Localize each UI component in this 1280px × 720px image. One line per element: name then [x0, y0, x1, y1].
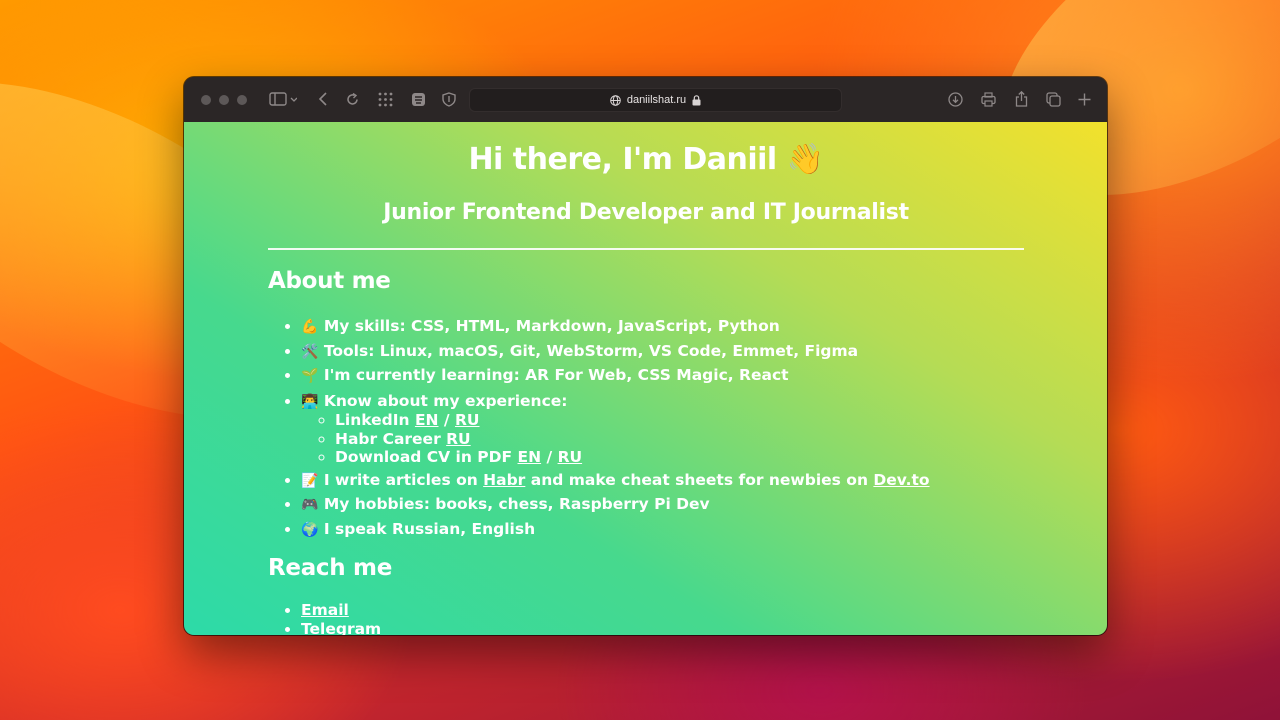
reload-icon	[346, 92, 358, 105]
chevron-left-icon	[318, 92, 327, 106]
habr-link[interactable]: Habr	[483, 471, 525, 489]
separator: /	[443, 411, 450, 429]
articles-middle-text: and make cheat sheets for newbies on	[530, 470, 868, 489]
about-list: 💪 My skills: CSS, HTML, Markdown, JavaSc…	[268, 315, 930, 542]
habr-career-label: Habr Career	[335, 429, 441, 448]
cv-en-link[interactable]: EN	[518, 448, 542, 466]
list-item-languages: 🌍 I speak Russian, English	[301, 518, 930, 543]
sidebar-toggle-button[interactable]	[266, 89, 300, 109]
extension-button[interactable]	[410, 89, 426, 109]
habr-career-ru-link[interactable]: RU	[446, 430, 471, 448]
list-item-habr-career: Habr Career RU	[335, 430, 930, 449]
list-item-hobbies: 🎮 My hobbies: books, chess, Raspberry Pi…	[301, 493, 930, 518]
reach-heading: Reach me	[268, 555, 393, 581]
close-window-button[interactable]	[201, 94, 211, 105]
share-icon	[1015, 91, 1027, 107]
address-bar[interactable]: daniilshat.ru	[469, 88, 842, 112]
window-controls	[201, 94, 247, 105]
about-heading: About me	[268, 268, 391, 294]
browser-window: daniilshat.ru Hi there, I'm Daniil 👋 Jun…	[184, 77, 1107, 635]
zoom-window-button[interactable]	[237, 94, 247, 105]
share-button[interactable]	[1013, 89, 1029, 109]
tools-icon: 🛠️	[301, 343, 319, 360]
page-subtitle: Junior Frontend Developer and IT Journal…	[383, 200, 909, 225]
url-text: daniilshat.ru	[626, 94, 687, 106]
shield-icon	[442, 91, 456, 107]
grid-icon	[378, 92, 392, 106]
devto-link[interactable]: Dev.to	[873, 471, 929, 489]
globe-emoji-icon: 🌍	[301, 521, 319, 538]
reader-button[interactable]	[980, 89, 996, 109]
memo-icon: 📝	[301, 472, 319, 489]
linkedin-en-link[interactable]: EN	[415, 411, 439, 429]
skills-text: My skills: CSS, HTML, Markdown, JavaScri…	[323, 317, 780, 335]
list-item-tools: 🛠️ Tools: Linux, macOS, Git, WebStorm, V…	[301, 340, 930, 365]
back-button[interactable]	[316, 89, 330, 109]
list-item-experience: 👨‍💻 Know about my experience: LinkedIn E…	[301, 389, 930, 467]
list-item-telegram: Telegram	[301, 620, 381, 636]
list-item-linkedin: LinkedIn EN / RU	[335, 411, 930, 430]
divider	[268, 248, 1024, 250]
downloads-button[interactable]	[947, 89, 963, 109]
separator: /	[546, 448, 553, 466]
list-item-cv: Download CV in PDF EN / RU	[335, 448, 930, 467]
technologist-icon: 👨‍💻	[301, 393, 319, 410]
list-item-skills: 💪 My skills: CSS, HTML, Markdown, JavaSc…	[301, 315, 930, 340]
email-link[interactable]: Email	[301, 601, 349, 619]
flexed-biceps-icon: 💪	[301, 319, 319, 335]
browser-toolbar: daniilshat.ru	[184, 77, 1107, 123]
reach-list: Email Telegram	[268, 601, 381, 635]
linkedin-ru-link[interactable]: RU	[455, 411, 480, 429]
list-item-email: Email	[301, 601, 381, 620]
list-item-articles: 📝 I write articles on Habr and make chea…	[301, 467, 930, 494]
globe-icon	[610, 94, 621, 106]
shield-button[interactable]	[441, 89, 457, 109]
experience-text: Know about my experience:	[323, 391, 568, 410]
languages-text: I speak Russian, English	[323, 519, 536, 538]
cv-ru-link[interactable]: RU	[558, 448, 583, 466]
extensions-grid-button[interactable]	[377, 89, 393, 109]
extension-icon	[411, 92, 425, 106]
seedling-icon: 🌱	[301, 368, 319, 384]
tools-text: Tools: Linux, macOS, Git, WebStorm, VS C…	[323, 341, 859, 360]
web-page: Hi there, I'm Daniil 👋 Junior Frontend D…	[184, 122, 1107, 635]
page-title: Hi there, I'm Daniil 👋	[468, 142, 824, 177]
hobbies-text: My hobbies: books, chess, Raspberry Pi D…	[323, 495, 710, 513]
tab-overview-button[interactable]	[1045, 89, 1061, 109]
minimize-window-button[interactable]	[219, 94, 229, 105]
learning-text: I'm currently learning: AR For Web, CSS …	[323, 366, 789, 384]
linkedin-label: LinkedIn	[335, 411, 410, 429]
lock-icon	[692, 94, 701, 105]
download-icon	[947, 91, 963, 107]
articles-prefix-text: I write articles on	[323, 470, 478, 489]
list-item-learning: 🌱 I'm currently learning: AR For Web, CS…	[301, 364, 930, 389]
experience-sublist: LinkedIn EN / RU Habr Career RU Download…	[301, 411, 930, 467]
tabs-icon	[1045, 91, 1061, 107]
reload-button[interactable]	[345, 89, 359, 109]
game-controller-icon: 🎮	[301, 497, 319, 513]
new-tab-button[interactable]	[1077, 89, 1091, 109]
cv-label: Download CV in PDF	[335, 448, 513, 466]
telegram-link[interactable]: Telegram	[301, 620, 381, 636]
printer-icon	[980, 91, 996, 107]
plus-icon	[1078, 93, 1090, 105]
sidebar-icon	[269, 92, 297, 106]
